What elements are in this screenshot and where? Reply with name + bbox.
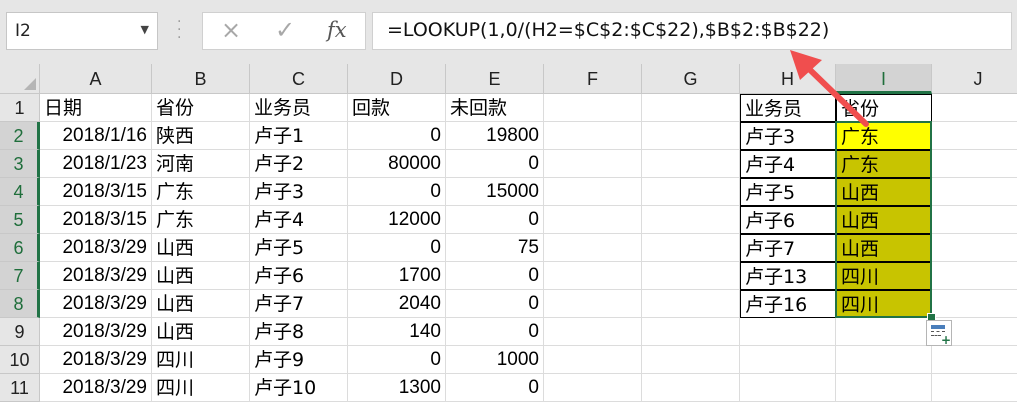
arrow-shaft [803,63,869,127]
annotation-arrow [790,50,869,127]
